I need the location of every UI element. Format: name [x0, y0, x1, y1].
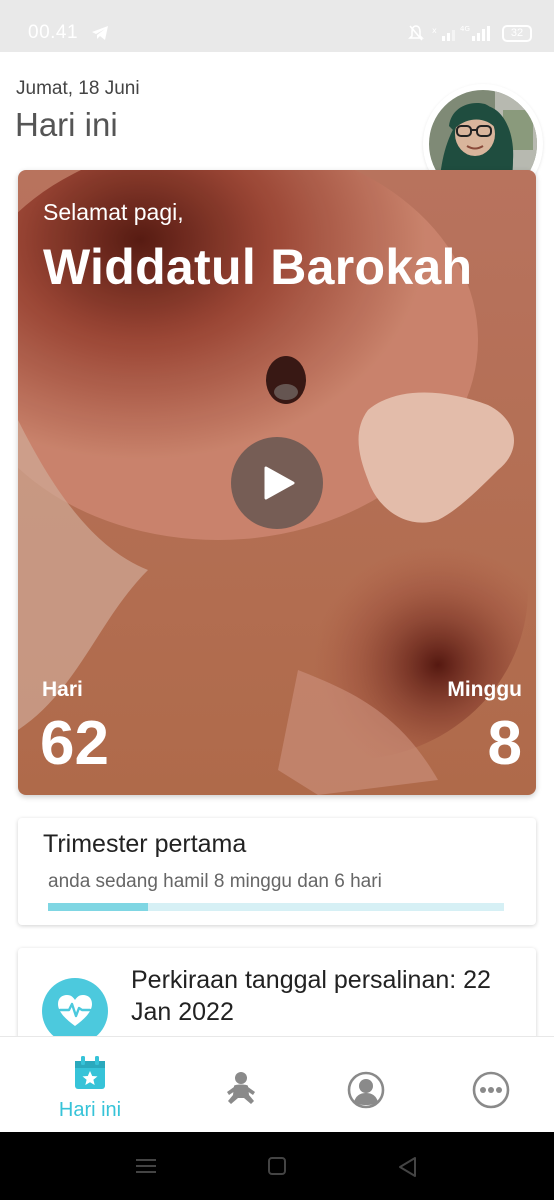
weeks-value: 8: [487, 709, 522, 778]
bottom-nav: Hari ini: [0, 1036, 554, 1132]
status-bar: 00.41 x 4G 32: [0, 0, 554, 52]
heart-circle: [42, 978, 108, 1044]
battery-level: 32: [510, 26, 524, 39]
trimester-progress-fill: [48, 903, 149, 911]
signal-icon: x 4G: [432, 25, 490, 41]
back-button[interactable]: [377, 1132, 437, 1200]
home-square-icon: [268, 1157, 286, 1175]
status-time: 00.41: [28, 22, 79, 43]
nav-item-more[interactable]: [460, 1037, 522, 1133]
days-label: Hari: [42, 678, 83, 701]
date-label: Jumat, 18 Juni: [16, 78, 140, 99]
svg-text:4G: 4G: [460, 25, 470, 33]
nav-item-profile[interactable]: [336, 1037, 398, 1133]
calendar-star-icon: [75, 1056, 105, 1089]
system-nav-bar: [0, 1132, 554, 1200]
more-dots-icon: [472, 1071, 510, 1109]
greeting-text: Selamat pagi,: [43, 199, 184, 225]
trimester-progress-bar: [48, 903, 504, 911]
status-icons: x 4G 32: [408, 22, 532, 44]
svg-text:x: x: [432, 26, 437, 35]
weeks-label: Minggu: [447, 678, 522, 701]
nav-label-today: Hari ini: [58, 1099, 122, 1121]
trimester-card[interactable]: Trimester pertama anda sedang hamil 8 mi…: [18, 818, 536, 925]
nav-item-today[interactable]: Hari ini: [30, 1037, 150, 1133]
home-button[interactable]: [247, 1132, 307, 1200]
profile-bust-icon: [347, 1071, 385, 1109]
play-icon: [264, 466, 295, 500]
battery-icon: 32: [502, 24, 532, 42]
days-value: 62: [40, 709, 109, 778]
page-title: Hari ini: [15, 106, 118, 143]
heartbeat-icon: [58, 995, 92, 1026]
recents-button[interactable]: [115, 1132, 175, 1200]
baby-icon: [227, 1072, 255, 1104]
telegram-icon: [92, 26, 108, 40]
nav-item-baby[interactable]: [210, 1037, 272, 1133]
hero-card[interactable]: Selamat pagi, Widdatul Barokah Hari 62 M…: [18, 170, 536, 795]
user-name: Widdatul Barokah: [43, 239, 473, 295]
trimester-title: Trimester pertama: [43, 830, 247, 858]
trimester-subtitle: anda sedang hamil 8 minggu dan 6 hari: [48, 871, 382, 892]
back-triangle-icon: [399, 1157, 416, 1177]
due-date-text: Perkiraan tanggal persalinan: 22 Jan 202…: [131, 966, 491, 1026]
menu-lines-icon: [136, 1159, 156, 1173]
play-button[interactable]: [231, 437, 323, 529]
mute-icon: [408, 25, 424, 41]
